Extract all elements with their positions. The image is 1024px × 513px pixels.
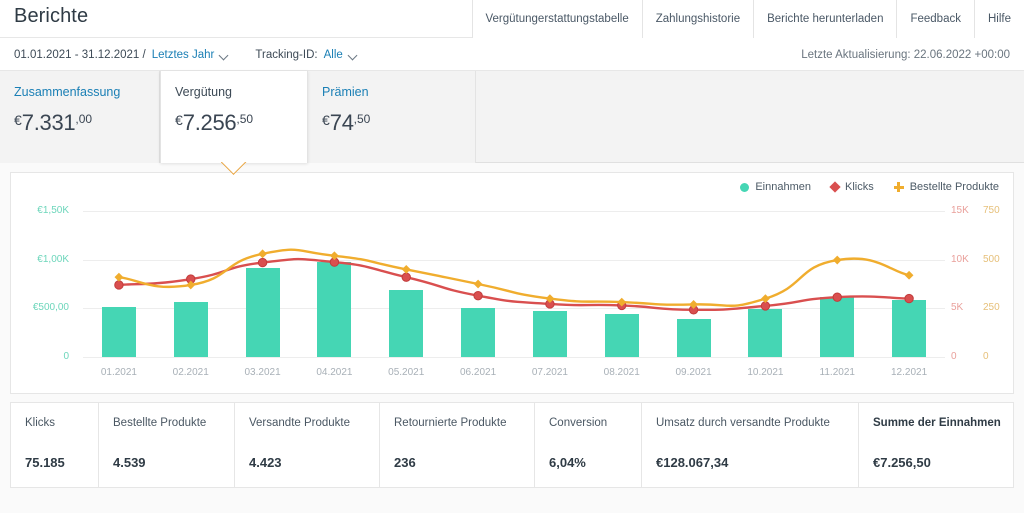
- chart-data-point[interactable]: [257, 257, 268, 268]
- reports-page: Berichte Vergütungerstattungstabelle Zahl…: [0, 0, 1024, 513]
- legend-label-ordered: Bestellte Produkte: [909, 181, 999, 193]
- topnav-link-0[interactable]: Vergütungerstattungstabelle: [471, 0, 642, 38]
- metric-cell-1: Bestellte Produkte 4.539: [99, 403, 235, 487]
- metric-label: Umsatz durch versandte Produkte: [656, 417, 830, 429]
- chart-data-point[interactable]: [473, 290, 483, 301]
- topnav-link-1[interactable]: Zahlungshistorie: [641, 0, 754, 38]
- filter-bar: 01.01.2021 - 31.12.2021 / Letztes Jahr T…: [0, 38, 1024, 71]
- filter-controls: 01.01.2021 - 31.12.2021 / Letztes Jahr T…: [14, 38, 358, 71]
- summary-tab-0[interactable]: Zusammenfassung €7.331,00: [0, 71, 160, 163]
- metric-value: 4.539: [113, 455, 146, 470]
- legend-label-clicks: Klicks: [844, 181, 874, 193]
- chart-line-klicks: [117, 257, 911, 312]
- chart-plot-area: 0 €500,00 €1,00K €1,50K 0 5K 10K 15K 0 250 500 750 0…: [11, 203, 1013, 393]
- summary-tab-label: Zusammenfassung: [14, 85, 121, 99]
- performance-chart-card: Einnahmen Klicks Bestellte Produkte 0 €50…: [10, 172, 1014, 394]
- metric-label: Retournierte Produkte: [394, 417, 507, 429]
- metric-cell-4: Conversion 6,04%: [535, 403, 642, 487]
- topnav-link-4[interactable]: Hilfe: [973, 0, 1024, 38]
- metric-label: Bestellte Produkte: [113, 417, 207, 429]
- chart-line-bestellte-produkte: [117, 248, 911, 308]
- page-header: Berichte Vergütungerstattungstabelle Zahl…: [0, 0, 1024, 38]
- summary-tab-label: Prämien: [322, 85, 369, 99]
- chart-data-point[interactable]: [832, 292, 842, 302]
- chart-line-layer: [114, 248, 914, 315]
- metric-value: 6,04%: [549, 455, 586, 470]
- summary-tab-value: €7.331,00: [14, 110, 93, 135]
- summary-tab-2[interactable]: Prämien €74,50: [308, 71, 476, 163]
- metric-value: 75.185: [25, 455, 65, 470]
- summary-tab-value: €7.256,50: [175, 110, 254, 135]
- metrics-table: Klicks 75.185 Bestellte Produkte 4.539 Versa…: [10, 402, 1014, 488]
- metric-cell-0: Klicks 75.185: [11, 403, 99, 487]
- chevron-down-icon-tracking[interactable]: [349, 51, 358, 60]
- metric-value: €128.067,34: [656, 455, 729, 470]
- last-updated: Letzte Aktualisierung: 22.06.2022 +00:00: [801, 48, 1010, 61]
- revenue-marker-icon: [740, 182, 750, 192]
- chart-data-point[interactable]: [114, 272, 124, 282]
- date-range-preset[interactable]: Letztes Jahr: [152, 49, 215, 61]
- tracking-id-value[interactable]: Alle: [324, 49, 343, 61]
- topnav-link-2[interactable]: Berichte herunterladen: [753, 0, 897, 38]
- summary-tabs: Zusammenfassung €7.331,00 Vergütung €7.256,…: [0, 71, 1024, 163]
- legend-item-revenue[interactable]: Einnahmen: [740, 181, 811, 193]
- metric-value: 4.423: [249, 455, 282, 470]
- metric-cell-2: Versandte Produkte 4.423: [235, 403, 380, 487]
- chart-legend: Einnahmen Klicks Bestellte Produkte: [740, 181, 999, 193]
- metric-label: Versandte Produkte: [249, 417, 351, 429]
- legend-item-ordered[interactable]: Bestellte Produkte: [893, 181, 999, 193]
- chart-data-point[interactable]: [904, 293, 914, 304]
- date-range-text: 01.01.2021 - 31.12.2021 /: [14, 48, 146, 61]
- metric-label: Summe der Einnahmen: [873, 417, 1001, 429]
- metric-label: Conversion: [549, 417, 608, 429]
- metric-label: Klicks: [25, 417, 56, 429]
- legend-label-revenue: Einnahmen: [755, 181, 811, 193]
- summary-tab-value: €74,50: [322, 110, 371, 135]
- top-navigation: Vergütungerstattungstabelle Zahlungshisto…: [471, 0, 1024, 38]
- tracking-id-label: Tracking-ID:: [255, 48, 318, 61]
- page-title: Berichte: [14, 5, 89, 27]
- chart-data-point[interactable]: [761, 294, 770, 303]
- clicks-marker-icon: [829, 181, 841, 193]
- topnav-link-3[interactable]: Feedback: [896, 0, 974, 38]
- chart-data-point[interactable]: [904, 270, 914, 280]
- chart-data-point[interactable]: [401, 272, 411, 282]
- metric-cell-6: Summe der Einnahmen €7.256,50: [859, 403, 1013, 487]
- active-tab-pointer-icon: [221, 162, 247, 176]
- metric-cell-3: Retournierte Produkte 236: [380, 403, 535, 487]
- chart-data-point[interactable]: [832, 255, 842, 265]
- chart-data-point[interactable]: [473, 279, 483, 289]
- metric-value: 236: [394, 455, 416, 470]
- summary-tab-label: Vergütung: [175, 85, 232, 99]
- chevron-down-icon-date[interactable]: [220, 51, 229, 60]
- chart-data-point[interactable]: [258, 249, 267, 259]
- legend-item-clicks[interactable]: Klicks: [829, 181, 874, 193]
- summary-tab-1[interactable]: Vergütung €7.256,50: [160, 71, 308, 163]
- chart-data-point[interactable]: [401, 265, 411, 274]
- metric-value: €7.256,50: [873, 455, 931, 470]
- ordered-marker-icon: [893, 182, 904, 192]
- metric-cell-5: Umsatz durch versandte Produkte €128.067,…: [642, 403, 859, 487]
- chart-data-point[interactable]: [114, 280, 124, 290]
